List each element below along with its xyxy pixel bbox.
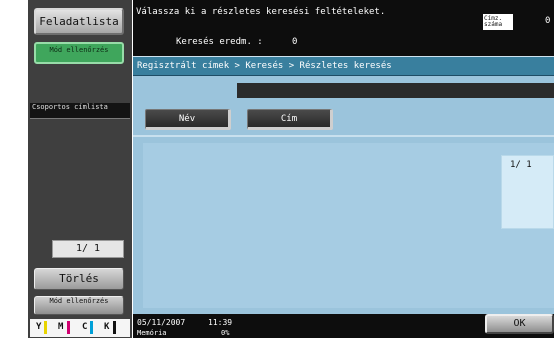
breadcrumb: Regisztrált címek > Keresés > Részletes … — [133, 57, 554, 76]
tab-name[interactable]: Név — [145, 109, 231, 130]
toner-c-bar — [90, 321, 93, 334]
memory-label: Memória — [137, 329, 167, 337]
divider — [133, 135, 554, 137]
toner-y-label: Y — [36, 322, 42, 332]
date-text: 05/11/2007 — [137, 318, 186, 327]
left-panel: Feladatlista Mód ellenőrzés Csoportos cí… — [28, 0, 132, 338]
result-label: Keresés eredm. : — [176, 37, 263, 47]
toner-k-label: K — [104, 322, 110, 332]
main-panel: Regisztrált címek > Keresés > Részletes … — [133, 56, 554, 314]
toner-y-bar — [44, 321, 47, 334]
toner-levels: Y M C K — [30, 319, 130, 337]
page-indicator: 1/ 1 — [510, 160, 532, 170]
mode-check-button-bottom[interactable]: Mód ellenőrzés — [34, 296, 124, 315]
time-text: 11:39 — [208, 318, 233, 327]
group-list-label[interactable]: Csoportos címlista — [30, 103, 130, 119]
address-count-label: Címz. száma — [483, 14, 513, 30]
status-bar: 05/11/2007 11:39 Memória 0% OK — [133, 314, 554, 338]
toner-m-label: M — [58, 322, 64, 332]
memory-value: 0% — [221, 329, 230, 337]
job-list-button[interactable]: Feladatlista — [34, 8, 124, 35]
results-list — [143, 143, 554, 308]
header-bar: Válassza ki a részletes keresési feltéte… — [133, 0, 554, 56]
address-count-value: 0 — [545, 16, 551, 26]
ok-button[interactable]: OK — [485, 314, 554, 334]
mode-check-button[interactable]: Mód ellenőrzés — [34, 42, 124, 64]
search-field[interactable] — [237, 83, 554, 98]
left-page-indicator: 1/ 1 — [52, 240, 124, 258]
toner-c-label: C — [82, 322, 88, 332]
instruction-text: Válassza ki a részletes keresési feltéte… — [136, 7, 386, 17]
delete-button[interactable]: Törlés — [34, 268, 124, 290]
toner-m-bar — [67, 321, 70, 334]
tab-address[interactable]: Cím — [247, 109, 333, 130]
result-count: 0 — [292, 37, 298, 47]
page-box: 1/ 1 — [501, 155, 554, 229]
toner-k-bar — [113, 321, 116, 334]
